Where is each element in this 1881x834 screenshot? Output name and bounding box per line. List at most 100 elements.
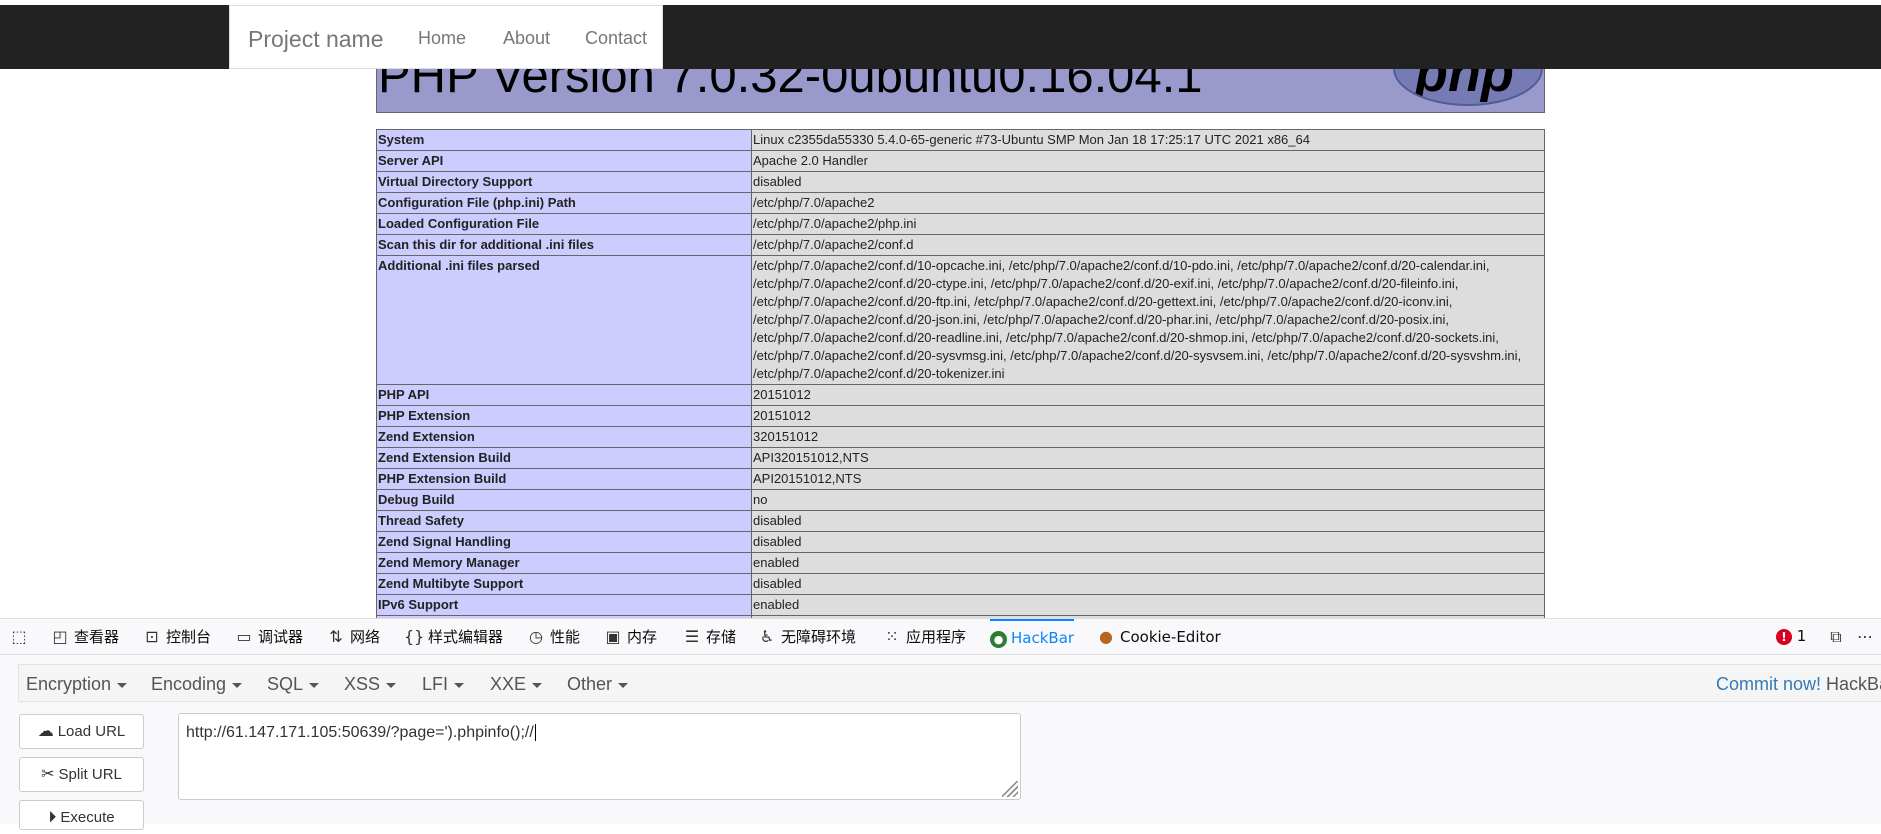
tab-memory[interactable]: ▣ 内存 [603,619,657,655]
row-label: Virtual Directory Support [376,171,752,193]
console-icon: ⊡ [145,627,159,646]
table-row: PHP Extension 20151012 [376,405,1545,427]
table-row: Virtual Directory Support disabled [376,171,1545,193]
row-value: 20151012 [751,405,1545,427]
table-row: Zend Memory Manager enabled [376,552,1545,574]
chevron-down-icon [232,682,243,688]
row-label: Server API [376,150,752,172]
error-count-badge[interactable]: ! 1 [1776,627,1806,645]
row-label: Thread Safety [376,510,752,532]
tab-cookie-editor[interactable]: ● Cookie-Editor [1096,619,1221,655]
table-row: Additional .ini files parsed/etc/php/7.0… [376,255,1545,385]
menu-xxe[interactable]: XXE [490,674,543,695]
row-value: disabled [751,171,1545,193]
table-row: Server API Apache 2.0 Handler [376,150,1545,172]
performance-icon: ◷ [529,627,543,646]
cloud-download-icon: ☁ [37,723,54,740]
row-label: Zend Multibyte Support [376,573,752,595]
table-row: Configuration File (php.ini) Path/etc/ph… [376,192,1545,214]
tab-inspector[interactable]: ◰ 查看器 [50,619,119,655]
chevron-down-icon [117,682,128,688]
tab-hackbar[interactable]: ● HackBar [990,619,1075,655]
accessibility-icon: ♿ [759,627,775,646]
tab-accessibility[interactable]: ♿ 无障碍环境 [757,619,856,655]
navbar: Project name Home About Contact [0,5,1881,69]
url-textarea[interactable]: http://61.147.171.105:50639/?page=').php… [178,713,1021,800]
resize-handle[interactable] [1002,781,1018,797]
menu-xss[interactable]: XSS [344,674,397,695]
table-row: Thread Safety disabled [376,510,1545,532]
cookie-icon: ● [1099,627,1113,646]
row-value: disabled [751,531,1545,553]
storage-icon: ☰ [684,627,700,646]
row-label: Zend Memory Manager [376,552,752,574]
row-label: Configuration File (php.ini) Path [376,192,752,214]
row-label: IPv6 Support [376,594,752,616]
table-row: PHP API 20151012 [376,384,1545,406]
tab-console[interactable]: ⊡ 控制台 [142,619,211,655]
more-options-icon[interactable]: ⋯ [1855,619,1879,655]
row-label: Debug Build [376,489,752,511]
nav-link-contact[interactable]: Contact [585,28,647,49]
menu-lfi[interactable]: LFI [422,674,465,695]
element-picker-icon[interactable]: ⬚ [9,619,33,655]
row-value: Apache 2.0 Handler [751,150,1545,172]
table-row: PHP Extension Build API20151012,NTS [376,468,1545,490]
row-value: API20151012,NTS [751,468,1545,490]
chevron-down-icon [618,682,629,688]
row-label: PHP Extension [376,405,752,427]
row-label: Zend Extension Build [376,447,752,469]
menu-other[interactable]: Other [567,674,629,695]
row-label: Zend Extension [376,426,752,448]
nav-link-about[interactable]: About [503,28,550,49]
chevron-down-icon [309,682,320,688]
commit-link[interactable]: Commit now! HackBar v [1716,674,1881,695]
dock-icon[interactable]: ⧉ [1826,619,1850,655]
navbar-brand[interactable]: Project name [248,26,384,53]
table-row: Scan this dir for additional .ini files /… [376,234,1545,256]
row-label: Zend Signal Handling [376,531,752,553]
play-icon: ⏵ [48,809,57,826]
hackbar-menu: Encryption Encoding SQL XSS LFI XXE Othe… [18,664,1881,702]
network-icon: ⇅ [329,627,343,646]
row-value: 320151012 [751,426,1545,448]
row-label: PHP API [376,384,752,406]
navbar-container: Project name Home About Contact [229,5,663,69]
row-value: disabled [751,510,1545,532]
chevron-down-icon [454,682,465,688]
chevron-down-icon [532,682,543,688]
tab-storage[interactable]: ☰ 存储 [682,619,736,655]
table-row: Debug Build no [376,489,1545,511]
row-value: API320151012,NTS [751,447,1545,469]
nav-link-home[interactable]: Home [418,28,466,49]
row-value: /etc/php/7.0/apache2/conf.d/10-opcache.i… [751,255,1545,385]
phpinfo-table: System Linux c2355da55330 5.4.0-65-generi… [376,129,1545,618]
tab-style-editor[interactable]: {} 样式编辑器 [404,619,503,655]
row-label: Additional .ini files parsed [376,255,752,385]
row-value: /etc/php/7.0/apache2 [751,192,1545,214]
row-value: enabled [751,552,1545,574]
table-row: IPv6 Support enabled [376,594,1545,616]
table-row: Zend Extension Build API320151012,NTS [376,447,1545,469]
table-row: Zend Signal Handling disabled [376,531,1545,553]
table-row: Loaded Configuration File/etc/php/7.0/ap… [376,213,1545,235]
load-url-button[interactable]: ☁ Load URL [19,714,144,749]
tab-network[interactable]: ⇅ 网络 [326,619,380,655]
row-label: System [376,129,752,151]
inspector-icon: ◰ [52,627,68,646]
style-editor-icon: {} [404,627,425,646]
row-value: /etc/php/7.0/apache2/php.ini [751,213,1545,235]
execute-button[interactable]: ⏵ Execute [19,800,144,830]
tab-application[interactable]: ⁙ 应用程序 [882,619,966,655]
tab-debugger[interactable]: ▭ 调试器 [234,619,303,655]
row-value: Linux c2355da55330 5.4.0-65-generic #73-… [751,129,1545,151]
row-value: enabled [751,594,1545,616]
debugger-icon: ▭ [236,627,252,646]
menu-encoding[interactable]: Encoding [151,674,243,695]
tab-performance[interactable]: ◷ 性能 [526,619,580,655]
menu-encryption[interactable]: Encryption [26,674,128,695]
row-label: Loaded Configuration File [376,213,752,235]
split-url-button[interactable]: ✂ Split URL [19,757,144,792]
menu-sql[interactable]: SQL [267,674,320,695]
row-value: /etc/php/7.0/apache2/conf.d [751,234,1545,256]
